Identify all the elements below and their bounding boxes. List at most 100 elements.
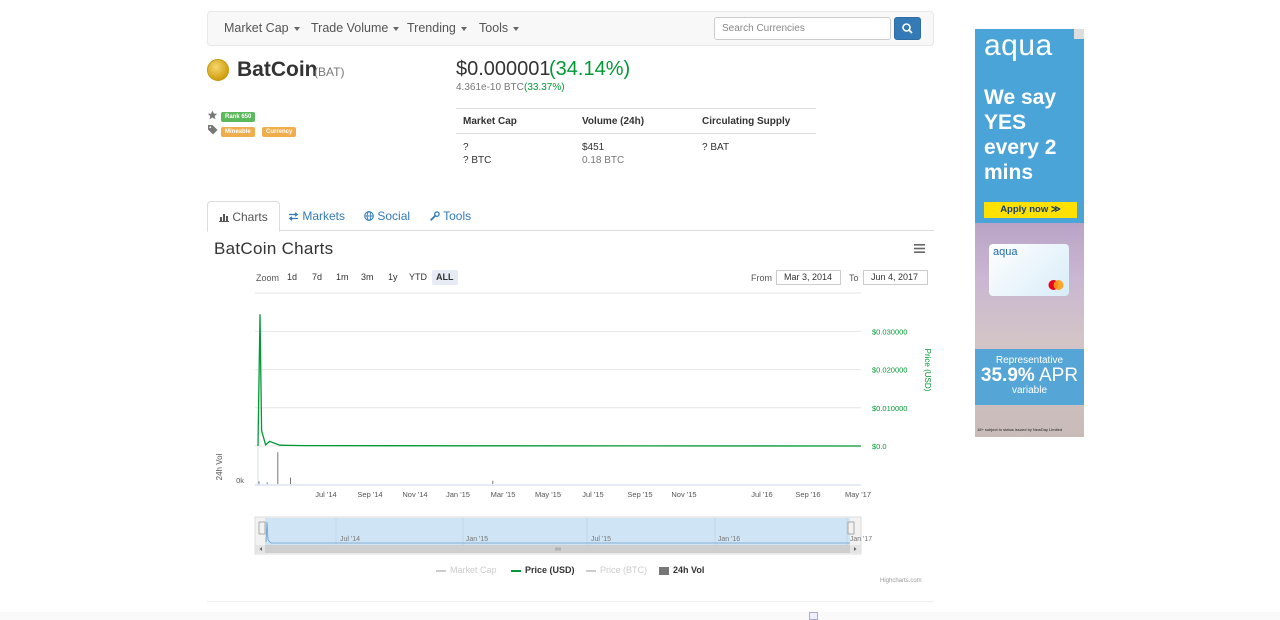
- zoom-label: Zoom: [256, 273, 280, 283]
- from-date-input[interactable]: Mar 3, 2014: [776, 270, 841, 285]
- search-button[interactable]: [894, 17, 921, 40]
- legend-market-cap-label: Market Cap: [450, 565, 497, 575]
- zoom-all-button[interactable]: ALL: [432, 270, 458, 285]
- tag-mineable-badge[interactable]: Mineable: [221, 127, 255, 137]
- zoom-1m-button[interactable]: 1m: [332, 270, 353, 285]
- stats-divider: [456, 133, 816, 134]
- legend-price-usd[interactable]: Price (USD): [511, 565, 575, 575]
- zoom-1y-button[interactable]: 1y: [384, 270, 402, 285]
- volume-bar: [277, 452, 279, 484]
- tag-icon: [208, 125, 218, 135]
- legend-market-cap[interactable]: Market Cap: [436, 565, 497, 575]
- tab-charts-label: Charts: [232, 210, 268, 224]
- bottom-ad-close-icon[interactable]: [809, 612, 818, 620]
- tab-markets[interactable]: Markets: [277, 201, 356, 231]
- navigator-tick-label: Jul '14: [340, 536, 360, 543]
- tag-currency-badge[interactable]: Currency: [262, 127, 297, 137]
- bar-chart-icon: [219, 214, 229, 222]
- price-tick-label: $0.020000: [872, 366, 907, 375]
- legend-market-cap-swatch: [436, 569, 446, 572]
- ad-apply-button[interactable]: Apply now ≫: [984, 202, 1077, 218]
- price-tick-label: $0.0: [872, 442, 887, 451]
- zoom-1d-button[interactable]: 1d: [283, 270, 301, 285]
- caret-down-icon: [513, 26, 520, 31]
- price-line: [257, 314, 862, 447]
- nav-trending-label: Trending: [407, 21, 456, 35]
- market-cap-usd: ?: [463, 142, 469, 153]
- volume-bar: [290, 477, 291, 484]
- caret-down-icon: [393, 26, 400, 31]
- section-divider: [207, 601, 934, 602]
- hamburger-menu-icon[interactable]: [914, 244, 925, 253]
- nav-trending[interactable]: Trending: [407, 12, 467, 45]
- coin-name: BatCoin: [237, 58, 318, 81]
- ad-variable-text: variable: [1011, 385, 1048, 396]
- volume-btc: 0.18 BTC: [582, 155, 625, 166]
- wrench-icon: [430, 211, 440, 221]
- time-tick-label: Nov '15: [671, 490, 696, 499]
- tab-tools[interactable]: Tools: [419, 201, 482, 231]
- price-tick-label: $0.030000: [872, 327, 907, 336]
- ad-card-brand-logo: aqua: [993, 246, 1018, 258]
- tab-markets-label: Markets: [302, 209, 346, 223]
- time-axis-ticks: Jul '14 Sep '14 Nov '14 Jan '15 Mar '15 May '…: [315, 490, 871, 499]
- nav-trade-volume-label: Trade Volume: [311, 21, 389, 35]
- legend-24h-vol[interactable]: 24h Vol: [659, 565, 704, 575]
- coin-stats-table: Market Cap Volume (24h) Circulating Supp…: [456, 108, 816, 170]
- time-tick-label: Nov '14: [402, 490, 427, 499]
- top-navbar: Market Cap Trade Volume Trending Tools: [207, 11, 934, 46]
- price-grid: [255, 330, 861, 485]
- coin-tabs: Charts Markets Social Tools: [207, 201, 934, 232]
- navigator-tick-label: Jan '15: [466, 536, 488, 543]
- zoom-7d-button[interactable]: 7d: [308, 270, 326, 285]
- price-axis-ticks: $0.0 $0.010000 $0.020000 $0.030000: [872, 327, 907, 451]
- zoom-ytd-button[interactable]: YTD: [405, 270, 431, 285]
- price-btc-change-percent: (33.37%): [524, 82, 565, 93]
- price-chart[interactable]: $0.0 $0.010000 $0.020000 $0.030000 Jul '14 S…: [207, 290, 934, 560]
- volume-series: [258, 452, 494, 484]
- legend-price-usd-swatch: [511, 569, 521, 572]
- time-tick-label: Jul '14: [315, 490, 336, 499]
- ad-apr-text: 35.9% APR: [980, 365, 1079, 386]
- nav-tools[interactable]: Tools: [479, 12, 520, 45]
- rank-badge: Rank 650: [221, 112, 256, 122]
- sidebar-advertisement[interactable]: aqua We say YES every 2 mins Apply now ≫…: [975, 29, 1084, 437]
- coin-symbol: (BAT): [314, 65, 345, 79]
- legend-price-btc[interactable]: Price (BTC): [586, 565, 647, 575]
- tab-social[interactable]: Social: [353, 201, 421, 231]
- to-date-input[interactable]: Jun 4, 2017: [863, 270, 928, 285]
- navigator-right-handle[interactable]: [847, 521, 855, 535]
- time-tick-label: Jul '15: [582, 490, 603, 499]
- bottom-ad-strip: [0, 612, 1280, 620]
- price-change-percent: (34.14%): [549, 58, 631, 80]
- nav-tools-label: Tools: [479, 21, 509, 35]
- legend-price-usd-label: Price (USD): [525, 565, 575, 575]
- circulating-supply: ? BAT: [702, 142, 730, 153]
- volume-tick-0k: 0k: [236, 476, 244, 485]
- search-icon: [902, 23, 913, 34]
- from-label: From: [751, 273, 772, 283]
- nav-trade-volume[interactable]: Trade Volume: [311, 12, 400, 45]
- legend-price-btc-label: Price (BTC): [600, 565, 647, 575]
- legend-24h-vol-label: 24h Vol: [673, 565, 705, 575]
- navigator-scrollbar-thumb[interactable]: [265, 545, 850, 553]
- time-tick-label: Sep '15: [627, 490, 652, 499]
- legend-24h-vol-swatch: [659, 566, 669, 575]
- stat-header-volume: Volume (24h): [582, 116, 645, 127]
- nav-market-cap-label: Market Cap: [224, 21, 289, 35]
- chart-credits-link[interactable]: Highcharts.com: [880, 578, 922, 584]
- zoom-3m-button[interactable]: 3m: [357, 270, 378, 285]
- stat-header-supply: Circulating Supply: [702, 116, 791, 127]
- price-axis-title: Price (USD): [923, 349, 932, 392]
- chart-title: BatCoin Charts: [214, 239, 334, 258]
- tab-charts[interactable]: Charts: [207, 201, 280, 232]
- caret-down-icon: [293, 26, 300, 31]
- ad-brand-logo: aqua: [984, 29, 1053, 62]
- volume-usd: $451: [582, 142, 605, 153]
- nav-market-cap[interactable]: Market Cap: [224, 12, 300, 45]
- coin-logo: [207, 59, 229, 81]
- ad-choices-icon[interactable]: [1074, 29, 1084, 39]
- navigator-left-handle[interactable]: [258, 521, 266, 535]
- search-input[interactable]: [714, 17, 891, 40]
- exchange-arrows-icon: [288, 212, 299, 221]
